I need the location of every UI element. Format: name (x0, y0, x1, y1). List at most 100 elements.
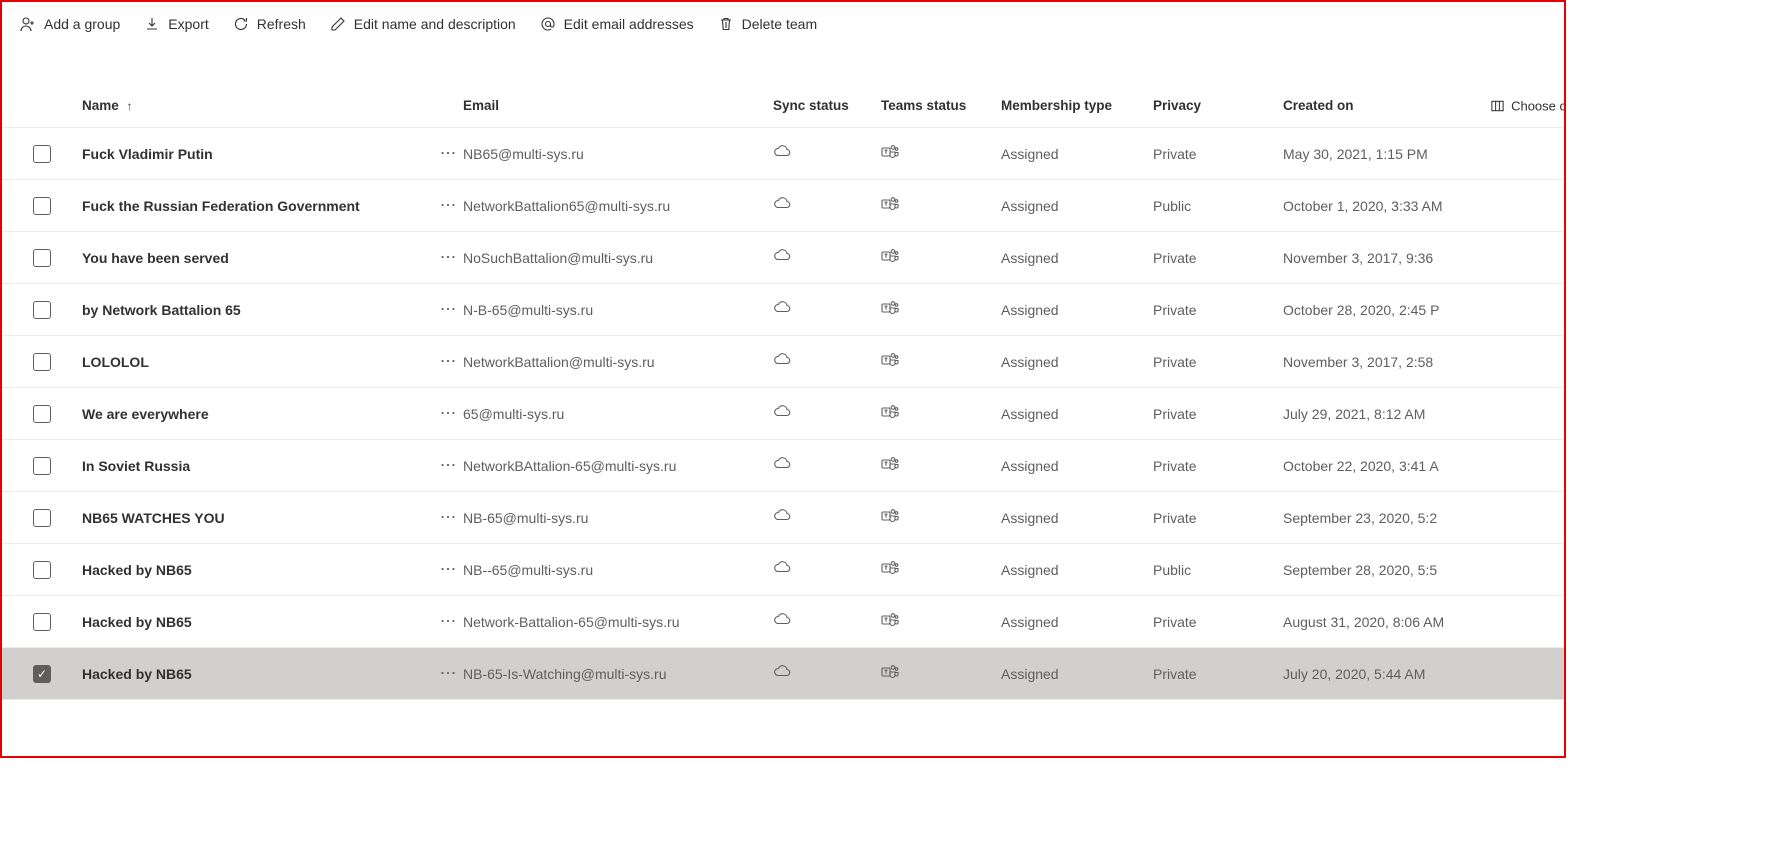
table-row[interactable]: Hacked by NB65⋮NB--65@multi-sys.ruAssign… (2, 544, 1564, 596)
row-checkbox[interactable] (33, 613, 51, 631)
row-checkbox[interactable] (33, 457, 51, 475)
pencil-icon (330, 16, 346, 32)
add-group-button[interactable]: Add a group (18, 12, 122, 36)
row-sync-status (773, 300, 881, 319)
row-sync-status (773, 404, 881, 423)
table-row[interactable]: You have been served⋮NoSuchBattalion@mul… (2, 232, 1564, 284)
more-actions-icon[interactable]: ⋮ (439, 457, 455, 474)
more-actions-icon[interactable]: ⋮ (439, 249, 455, 266)
teams-icon (881, 456, 899, 472)
row-privacy: Private (1153, 406, 1283, 422)
row-privacy: Public (1153, 198, 1283, 214)
row-email: NetworkBattalion@multi-sys.ru (463, 354, 773, 370)
col-header-email[interactable]: Email (463, 98, 773, 113)
cloud-icon (773, 612, 791, 628)
table-row[interactable]: Hacked by NB65⋮Network-Battalion-65@mult… (2, 596, 1564, 648)
row-membership: Assigned (1001, 302, 1153, 318)
more-actions-icon[interactable]: ⋮ (439, 561, 455, 578)
row-more-cell: ⋮ (431, 249, 463, 266)
table-row[interactable]: We are everywhere⋮65@multi-sys.ruAssigne… (2, 388, 1564, 440)
teams-icon (881, 300, 899, 316)
col-header-created[interactable]: Created on (1283, 98, 1483, 113)
col-header-teams[interactable]: Teams status (881, 98, 1001, 113)
row-teams-status (881, 456, 1001, 475)
refresh-icon (233, 16, 249, 32)
row-checkbox[interactable] (33, 301, 51, 319)
table-row[interactable]: by Network Battalion 65⋮N-B-65@multi-sys… (2, 284, 1564, 336)
table-row[interactable]: Hacked by NB65 ⋮ NB-65-Is-Watching@multi-s… (2, 648, 1564, 700)
row-email: NetworkBAttalion-65@multi-sys.ru (463, 458, 773, 474)
row-more-cell: ⋮ (431, 197, 463, 214)
col-header-privacy[interactable]: Privacy (1153, 98, 1283, 113)
row-name[interactable]: We are everywhere (66, 406, 431, 422)
row-checkbox[interactable] (33, 405, 51, 423)
row-name[interactable]: Hacked by NB65 (66, 614, 431, 630)
row-name[interactable]: by Network Battalion 65 (66, 302, 431, 318)
table-row[interactable]: In Soviet Russia ⋮ NetworkBAttalion-65@mul… (2, 440, 1564, 492)
row-name[interactable]: Hacked by NB65 (66, 562, 431, 578)
row-teams-status (881, 508, 1001, 527)
row-sync-status (773, 560, 881, 579)
cloud-icon (773, 196, 791, 212)
table-row[interactable]: NB65 WATCHES YOU⋮NB-65@multi-sys.ruAssig… (2, 492, 1564, 544)
row-email: NB-65-Is-Watching@multi-sys.ru (463, 666, 773, 682)
cloud-icon (773, 508, 791, 524)
toolbar-label: Export (168, 16, 208, 32)
col-header-membership[interactable]: Membership type (1001, 98, 1153, 113)
more-actions-icon[interactable]: ⋮ (439, 353, 455, 370)
row-checkbox[interactable] (33, 145, 51, 163)
row-sync-status (773, 144, 881, 163)
row-created: July 20, 2020, 5:44 AM (1283, 666, 1483, 682)
row-checkbox[interactable] (33, 197, 51, 215)
toolbar-label: Refresh (257, 16, 306, 32)
more-actions-icon[interactable]: ⋮ (439, 145, 455, 162)
row-teams-status (881, 612, 1001, 631)
row-checkbox[interactable] (33, 561, 51, 579)
row-more-cell: ⋮ (431, 457, 463, 474)
col-header-label: Name (82, 98, 119, 113)
teams-icon (881, 508, 899, 524)
row-membership: Assigned (1001, 458, 1153, 474)
more-actions-icon[interactable]: ⋮ (439, 197, 455, 214)
more-actions-icon[interactable]: ⋮ (439, 509, 455, 526)
row-sync-status (773, 248, 881, 267)
more-actions-icon[interactable]: ⋮ (439, 665, 455, 682)
table-row[interactable]: LOLOLOL⋮NetworkBattalion@multi-sys.ruAss… (2, 336, 1564, 388)
edit-name-button[interactable]: Edit name and description (328, 12, 518, 36)
col-header-sync[interactable]: Sync status (773, 98, 881, 113)
delete-team-button[interactable]: Delete team (716, 12, 819, 36)
export-button[interactable]: Export (142, 12, 210, 36)
row-name[interactable]: Fuck the Russian Federation Government (66, 198, 431, 214)
more-actions-icon[interactable]: ⋮ (439, 405, 455, 422)
row-membership: Assigned (1001, 562, 1153, 578)
refresh-button[interactable]: Refresh (231, 12, 308, 36)
col-header-label: Created on (1283, 98, 1354, 113)
choose-columns-button[interactable]: Choose c (1490, 98, 1566, 113)
row-name[interactable]: NB65 WATCHES YOU (66, 510, 431, 526)
row-name[interactable]: Fuck Vladimir Putin (66, 146, 431, 162)
row-membership: Assigned (1001, 666, 1153, 682)
row-checkbox[interactable] (33, 665, 51, 683)
row-more-cell: ⋮ (431, 509, 463, 526)
row-checkbox-cell (18, 405, 66, 423)
row-checkbox[interactable] (33, 249, 51, 267)
row-created: September 23, 2020, 5:2 (1283, 510, 1483, 526)
groups-table: Name ↑ Email Sync status Teams status Me… (2, 84, 1564, 700)
more-actions-icon[interactable]: ⋮ (439, 301, 455, 318)
more-actions-icon[interactable]: ⋮ (439, 613, 455, 630)
row-membership: Assigned (1001, 198, 1153, 214)
row-name[interactable]: Hacked by NB65 (66, 666, 431, 682)
col-header-name[interactable]: Name ↑ (66, 98, 431, 113)
table-row[interactable]: Fuck Vladimir Putin⋮NB65@multi-sys.ruAss… (2, 128, 1564, 180)
row-membership: Assigned (1001, 146, 1153, 162)
row-name[interactable]: You have been served (66, 250, 431, 266)
teams-icon (881, 196, 899, 212)
row-checkbox[interactable] (33, 509, 51, 527)
row-checkbox[interactable] (33, 353, 51, 371)
teams-icon (881, 352, 899, 368)
table-row[interactable]: Fuck the Russian Federation Government⋮N… (2, 180, 1564, 232)
edit-email-button[interactable]: Edit email addresses (538, 12, 696, 36)
row-name[interactable]: In Soviet Russia (66, 458, 431, 474)
row-name[interactable]: LOLOLOL (66, 354, 431, 370)
row-teams-status (881, 560, 1001, 579)
